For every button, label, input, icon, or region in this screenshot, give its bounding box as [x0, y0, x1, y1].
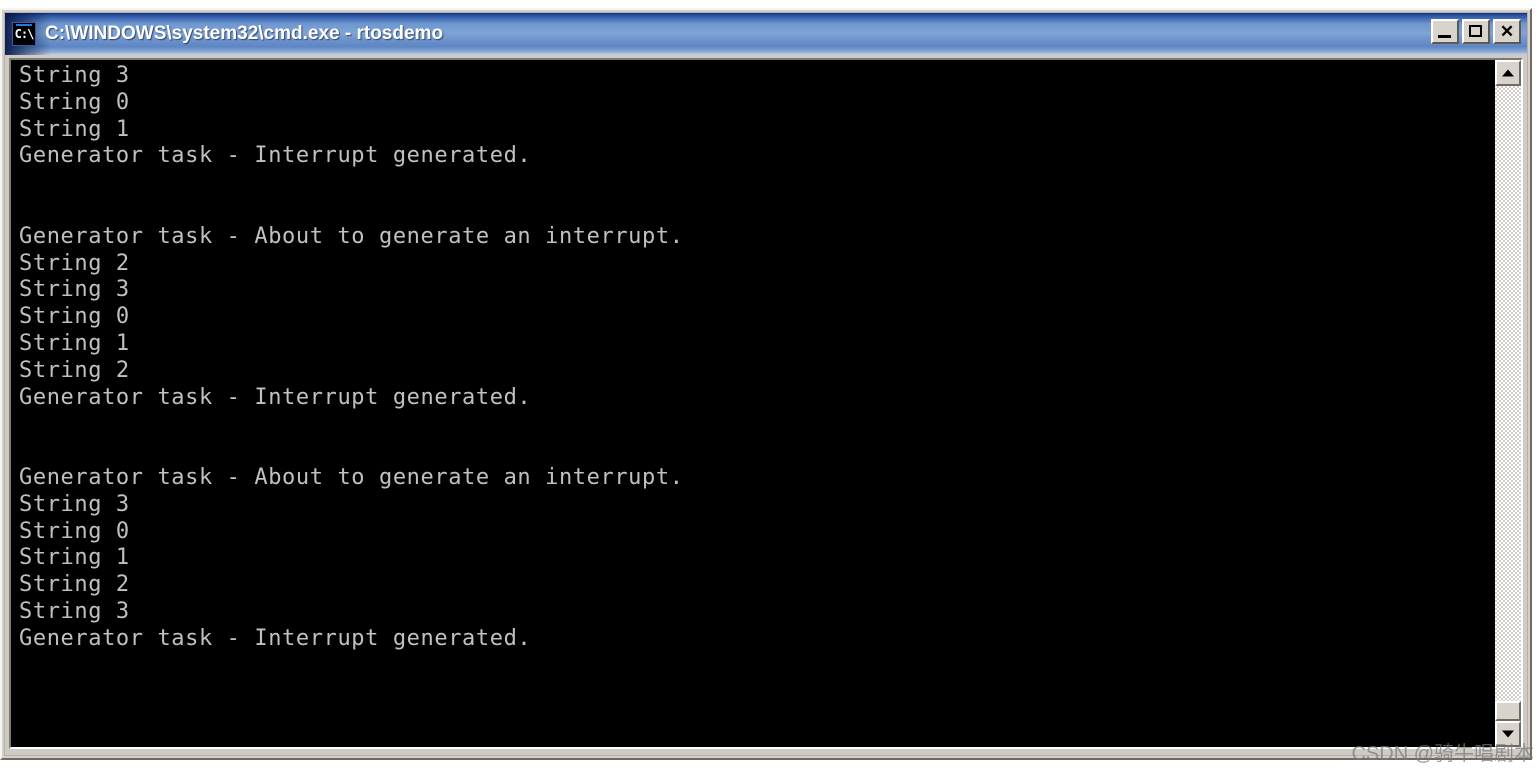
scroll-up-button[interactable] — [1495, 60, 1521, 86]
console-line: String 2 — [19, 357, 130, 383]
console-line: Generator task - Interrupt generated. — [19, 384, 532, 410]
minimize-icon — [1438, 35, 1451, 38]
console-line: String 0 — [19, 89, 130, 115]
scrollbar-thumb[interactable] — [1495, 701, 1521, 721]
console-line: Generator task - Interrupt generated. — [19, 143, 532, 169]
console-line: String 3 — [19, 277, 130, 303]
console-client-area: String 3 String 0 String 1 Generator task -… — [9, 58, 1523, 749]
console-line: String 1 — [19, 116, 130, 142]
console-line: String 3 — [19, 63, 130, 88]
scrollbar-track[interactable] — [1495, 86, 1521, 721]
cmd-console-icon[interactable]: C:\ — [12, 22, 36, 46]
maximize-button[interactable] — [1462, 19, 1490, 44]
console-line: String 3 — [19, 598, 130, 624]
console-line: String 2 — [19, 250, 130, 276]
console-line: String 2 — [19, 572, 130, 598]
console-line: String 3 — [19, 491, 130, 517]
minimize-button[interactable] — [1431, 19, 1459, 44]
chevron-up-icon — [1502, 69, 1514, 77]
console-line: Generator task - About to generate an in… — [19, 464, 684, 490]
vertical-scrollbar[interactable] — [1494, 60, 1521, 747]
title-bar[interactable]: C:\ C:\WINDOWS\system32\cmd.exe - rtosde… — [5, 13, 1527, 55]
close-button[interactable]: ✕ — [1493, 19, 1521, 44]
console-line: Generator task - Interrupt generated. — [19, 625, 532, 651]
window-controls: ✕ — [1431, 19, 1521, 44]
scroll-down-button[interactable] — [1495, 721, 1521, 747]
cmd-window-inner: C:\ C:\WINDOWS\system32\cmd.exe - rtosde… — [4, 12, 1528, 756]
window-title: C:\WINDOWS\system32\cmd.exe - rtosdemo — [45, 23, 444, 44]
console-line: String 1 — [19, 545, 130, 571]
console-output[interactable]: String 3 String 0 String 1 Generator task -… — [11, 60, 1494, 747]
console-line: String 1 — [19, 330, 130, 356]
console-line: String 0 — [19, 304, 130, 330]
maximize-icon — [1469, 25, 1482, 37]
chevron-down-icon — [1502, 730, 1514, 738]
close-icon: ✕ — [1499, 22, 1515, 41]
console-line: Generator task - About to generate an in… — [19, 223, 684, 249]
console-line: String 0 — [19, 518, 130, 544]
cmd-window: C:\ C:\WINDOWS\system32\cmd.exe - rtosde… — [0, 8, 1532, 760]
